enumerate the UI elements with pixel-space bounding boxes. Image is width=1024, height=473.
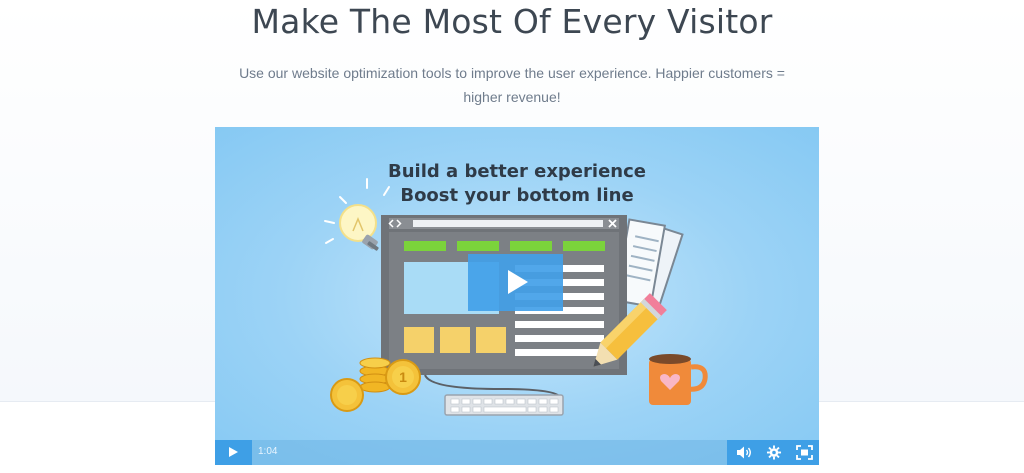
lightbulb-icon xyxy=(339,204,379,251)
volume-icon xyxy=(737,446,751,459)
control-play-button[interactable] xyxy=(215,440,252,465)
volume-button[interactable] xyxy=(729,440,759,465)
play-icon xyxy=(229,447,238,457)
fullscreen-button[interactable] xyxy=(789,440,819,465)
video-player[interactable]: Build a better experience Boost your bot… xyxy=(215,127,819,465)
coffee-mug-icon xyxy=(649,354,708,405)
coin-label: 1 xyxy=(399,369,407,385)
keyboard-icon xyxy=(444,394,564,416)
video-control-group xyxy=(727,440,819,465)
play-icon xyxy=(508,270,528,294)
page-title: Make The Most Of Every Visitor xyxy=(251,2,773,41)
page-subtitle: Use our website optimization tools to im… xyxy=(239,65,785,105)
gear-icon xyxy=(766,445,782,460)
fullscreen-icon xyxy=(796,445,813,460)
video-control-bar: 1:04 xyxy=(215,440,819,465)
settings-button[interactable] xyxy=(759,440,789,465)
coin-stack-icon: 1 xyxy=(330,357,421,412)
video-progress-bar[interactable]: 1:04 xyxy=(252,440,727,465)
video-current-time: 1:04 xyxy=(258,446,278,457)
video-play-overlay-button[interactable] xyxy=(468,254,563,311)
